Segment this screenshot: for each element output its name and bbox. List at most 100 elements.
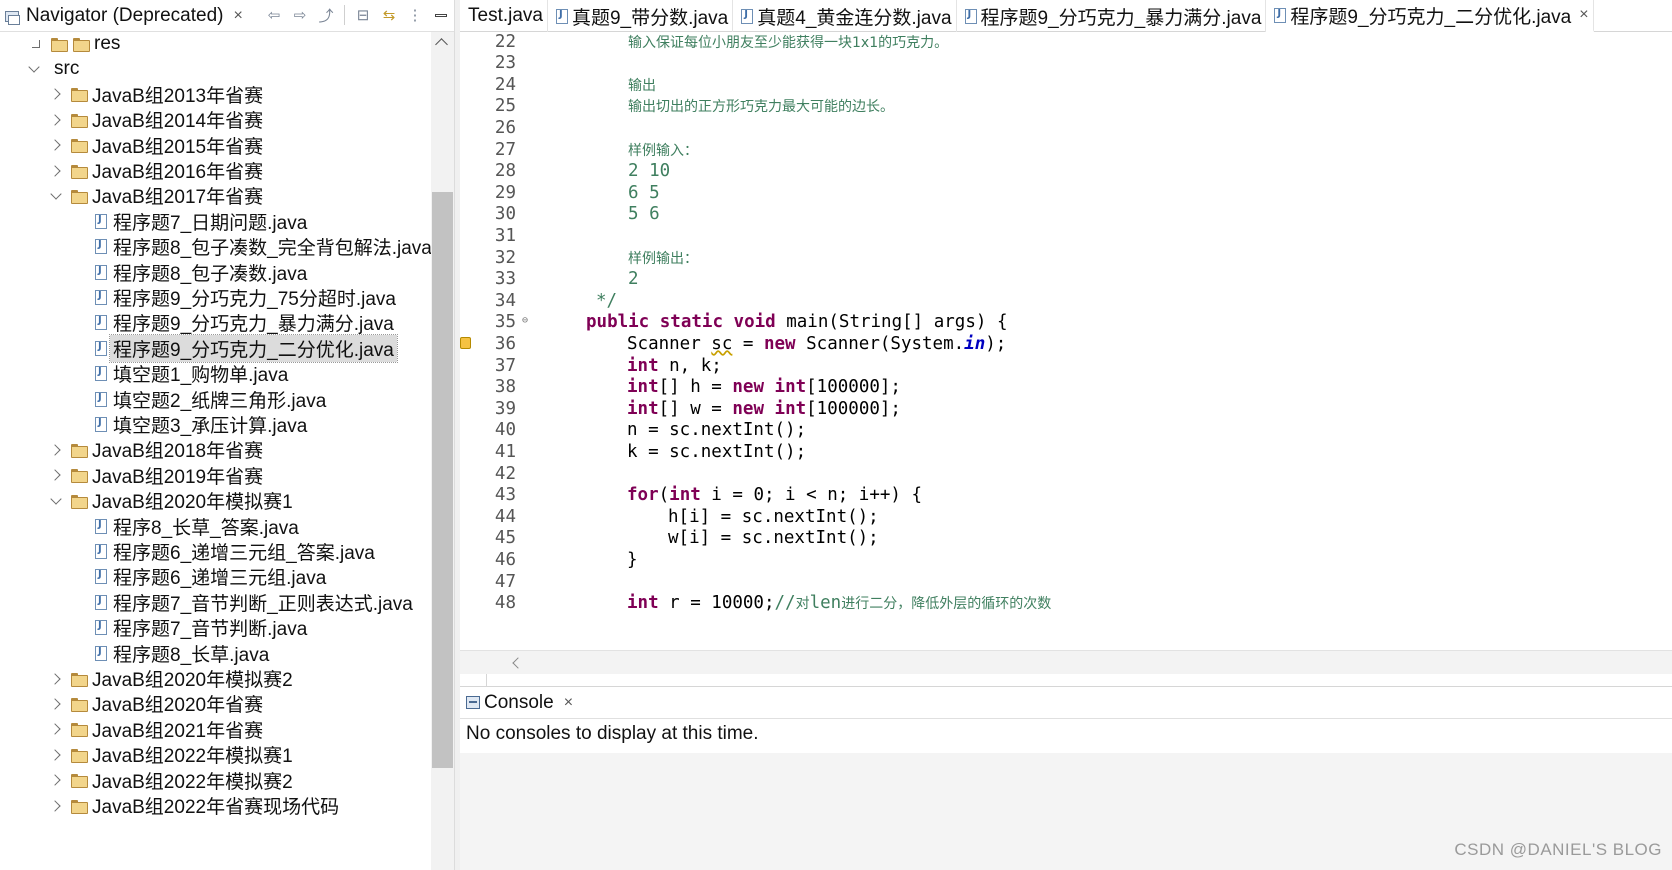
tree-file-item[interactable]: 程序题6_递增三元组.java: [95, 563, 326, 590]
code-editor[interactable]: 22 输入保证每位小朋友至少能获得一块1x1的巧克力。 23 24 输出 25 输出切出的正…: [460, 32, 1672, 650]
chevron-right-icon[interactable]: [50, 469, 62, 481]
tree-file-item[interactable]: 程序题7_音节判断_正则表达式.java: [95, 589, 413, 616]
code-line[interactable]: 28 2 10: [460, 160, 1672, 183]
scrollbar-thumb[interactable]: [432, 192, 453, 768]
tree-file-item[interactable]: 程序题9_分巧克力_暴力满分.java: [95, 309, 394, 336]
tree-file-item[interactable]: 填空题1_购物单.java: [95, 360, 288, 387]
code-line[interactable]: 46}: [460, 548, 1672, 571]
tree-folder-item[interactable]: JavaB组2017年省赛: [50, 182, 263, 209]
chevron-right-icon[interactable]: [50, 673, 62, 685]
go-up-icon[interactable]: ⤴: [316, 4, 336, 26]
tree-file-item[interactable]: 程序题7_日期问题.java: [95, 208, 307, 235]
tree-file-item[interactable]: 填空题3_承压计算.java: [95, 411, 307, 438]
fold-toggle-icon[interactable]: ⊖: [522, 315, 528, 326]
chevron-right-icon[interactable]: [50, 698, 62, 710]
code-line[interactable]: 41 k = sc.nextInt();: [460, 440, 1672, 463]
code-line[interactable]: 36 Scanner sc = new Scanner(System.in);: [460, 332, 1672, 355]
chevron-down-icon[interactable]: [50, 190, 62, 202]
chevron-right-icon[interactable]: [50, 800, 62, 812]
tree-file-item[interactable]: 程序题8_包子凑数.java: [95, 259, 307, 286]
tree-file-item[interactable]: 程序题7_音节判断.java: [95, 614, 307, 641]
code-line[interactable]: 32 样例输出：: [460, 246, 1672, 269]
code-line[interactable]: 24 输出: [460, 73, 1672, 96]
tree-folder-item[interactable]: JavaB组2019年省赛: [50, 462, 263, 489]
code-line[interactable]: 37 int n, k;: [460, 354, 1672, 377]
scroll-left-icon[interactable]: [512, 657, 524, 669]
code-line[interactable]: 25 输出切出的正方形巧克力最大可能的边长。: [460, 95, 1672, 118]
tree-folder-item[interactable]: JavaB组2022年模拟赛1: [50, 741, 293, 768]
chevron-right-icon[interactable]: [50, 444, 62, 456]
tree-folder-item[interactable]: JavaB组2020年省赛: [50, 690, 263, 717]
scroll-up-icon[interactable]: [435, 38, 448, 51]
editor-tab[interactable]: Test.java: [460, 0, 548, 32]
editor-tab[interactable]: 真题4_黄金连分数.java: [733, 0, 957, 32]
tree-file-item[interactable]: 程序题8_包子凑数_完全背包解法.java: [95, 233, 432, 260]
tree-folder-item[interactable]: JavaB组2018年省赛: [50, 436, 263, 463]
editor-horizontal-scrollbar[interactable]: [460, 650, 1672, 674]
tab-console[interactable]: Console ×: [466, 692, 573, 714]
editor-tab[interactable]: 程序题9_分巧克力_暴力满分.java: [957, 0, 1267, 32]
chevron-down-icon[interactable]: [28, 63, 40, 75]
code-line[interactable]: 35 ⊖ public static void main(String[] args…: [460, 311, 1672, 334]
tree-folder-item[interactable]: src: [28, 55, 79, 82]
code-line[interactable]: 43 for(int i = 0; i < n; i++) {: [460, 484, 1672, 507]
code-line[interactable]: 23: [460, 52, 1672, 75]
tree-folder-item[interactable]: JavaB组2013年省赛: [50, 81, 263, 108]
tree-file-item[interactable]: 填空题2_纸牌三角形.java: [95, 386, 326, 413]
tree-file-item[interactable]: 程序题9_分巧克力_二分优化.java: [95, 333, 398, 363]
tree-file-item[interactable]: 程序题6_递增三元组_答案.java: [95, 538, 375, 565]
tree-file-item[interactable]: 程序题9_分巧克力_75分超时.java: [95, 284, 396, 311]
code-line[interactable]: 40 n = sc.nextInt();: [460, 419, 1672, 442]
chevron-right-icon[interactable]: [50, 139, 62, 151]
code-line[interactable]: 27 样例输入：: [460, 138, 1672, 161]
code-line[interactable]: 47: [460, 570, 1672, 593]
chevron-down-icon[interactable]: [50, 495, 62, 507]
link-with-editor-icon[interactable]: ⇆: [379, 4, 399, 26]
editor-tab[interactable]: 真题9_带分数.java: [548, 0, 734, 32]
warning-marker-icon[interactable]: [460, 336, 471, 349]
tree-folder-item[interactable]: JavaB组2022年模拟赛2: [50, 767, 293, 794]
tree-folder-item[interactable]: JavaB组2020年模拟赛1: [50, 487, 293, 514]
tree-file-item[interactable]: 程序题8_长草.java: [95, 640, 269, 667]
tree-folder-item[interactable]: res: [30, 32, 120, 57]
code-line[interactable]: 39 int[] w = new int[100000];: [460, 397, 1672, 420]
navigator-tab[interactable]: Navigator (Deprecated) ×: [4, 5, 243, 27]
close-icon[interactable]: ×: [564, 694, 573, 712]
chevron-right-icon[interactable]: [50, 774, 62, 786]
chevron-right-icon[interactable]: [50, 749, 62, 761]
tree-folder-item[interactable]: JavaB组2020年模拟赛2: [50, 665, 293, 692]
code-line[interactable]: 31: [460, 224, 1672, 247]
tree-folder-item[interactable]: JavaB组2021年省赛: [50, 716, 263, 743]
tree-folder-item[interactable]: JavaB组2016年省赛: [50, 157, 263, 184]
code-line[interactable]: 22 输入保证每位小朋友至少能获得一块1x1的巧克力。: [460, 32, 1672, 53]
view-menu-icon[interactable]: ⋮: [405, 4, 425, 26]
code-line[interactable]: 45 w[i] = sc.nextInt();: [460, 527, 1672, 550]
code-token: len: [809, 593, 842, 614]
navigator-vertical-scrollbar[interactable]: [431, 32, 454, 870]
chevron-right-icon[interactable]: [50, 114, 62, 126]
minimize-button[interactable]: [431, 4, 451, 26]
code-line[interactable]: 38 int[] h = new int[100000];: [460, 376, 1672, 399]
code-line[interactable]: 44 h[i] = sc.nextInt();: [460, 505, 1672, 528]
close-icon[interactable]: ×: [233, 7, 242, 25]
back-arrow-icon[interactable]: ⇦: [264, 4, 284, 26]
collapse-all-icon[interactable]: ⊟: [353, 4, 373, 26]
code-line[interactable]: 30 5 6: [460, 203, 1672, 226]
tree-file-item[interactable]: 程序8_长草_答案.java: [95, 513, 299, 540]
code-line[interactable]: 48 int r = 10000;//对len进行二分，降低外层的循环的次数: [460, 592, 1672, 615]
code-line[interactable]: 33 2: [460, 268, 1672, 291]
forward-arrow-icon[interactable]: ⇨: [290, 4, 310, 26]
close-icon[interactable]: ×: [1579, 6, 1588, 24]
tree-folder-item[interactable]: JavaB组2015年省赛: [50, 132, 263, 159]
code-line[interactable]: 42: [460, 462, 1672, 485]
code-line[interactable]: 29 6 5: [460, 181, 1672, 204]
chevron-right-icon[interactable]: [50, 165, 62, 177]
code-token: Scanner(System.: [795, 333, 965, 354]
code-line[interactable]: 26: [460, 116, 1672, 139]
code-line[interactable]: 34 */: [460, 289, 1672, 312]
tree-folder-item[interactable]: JavaB组2022年省赛现场代码: [50, 792, 339, 819]
chevron-right-icon[interactable]: [50, 88, 62, 100]
chevron-right-icon[interactable]: [50, 723, 62, 735]
tree-folder-item[interactable]: JavaB组2014年省赛: [50, 106, 263, 133]
editor-tab[interactable]: 程序题9_分巧克力_二分优化.java ×: [1266, 0, 1594, 32]
